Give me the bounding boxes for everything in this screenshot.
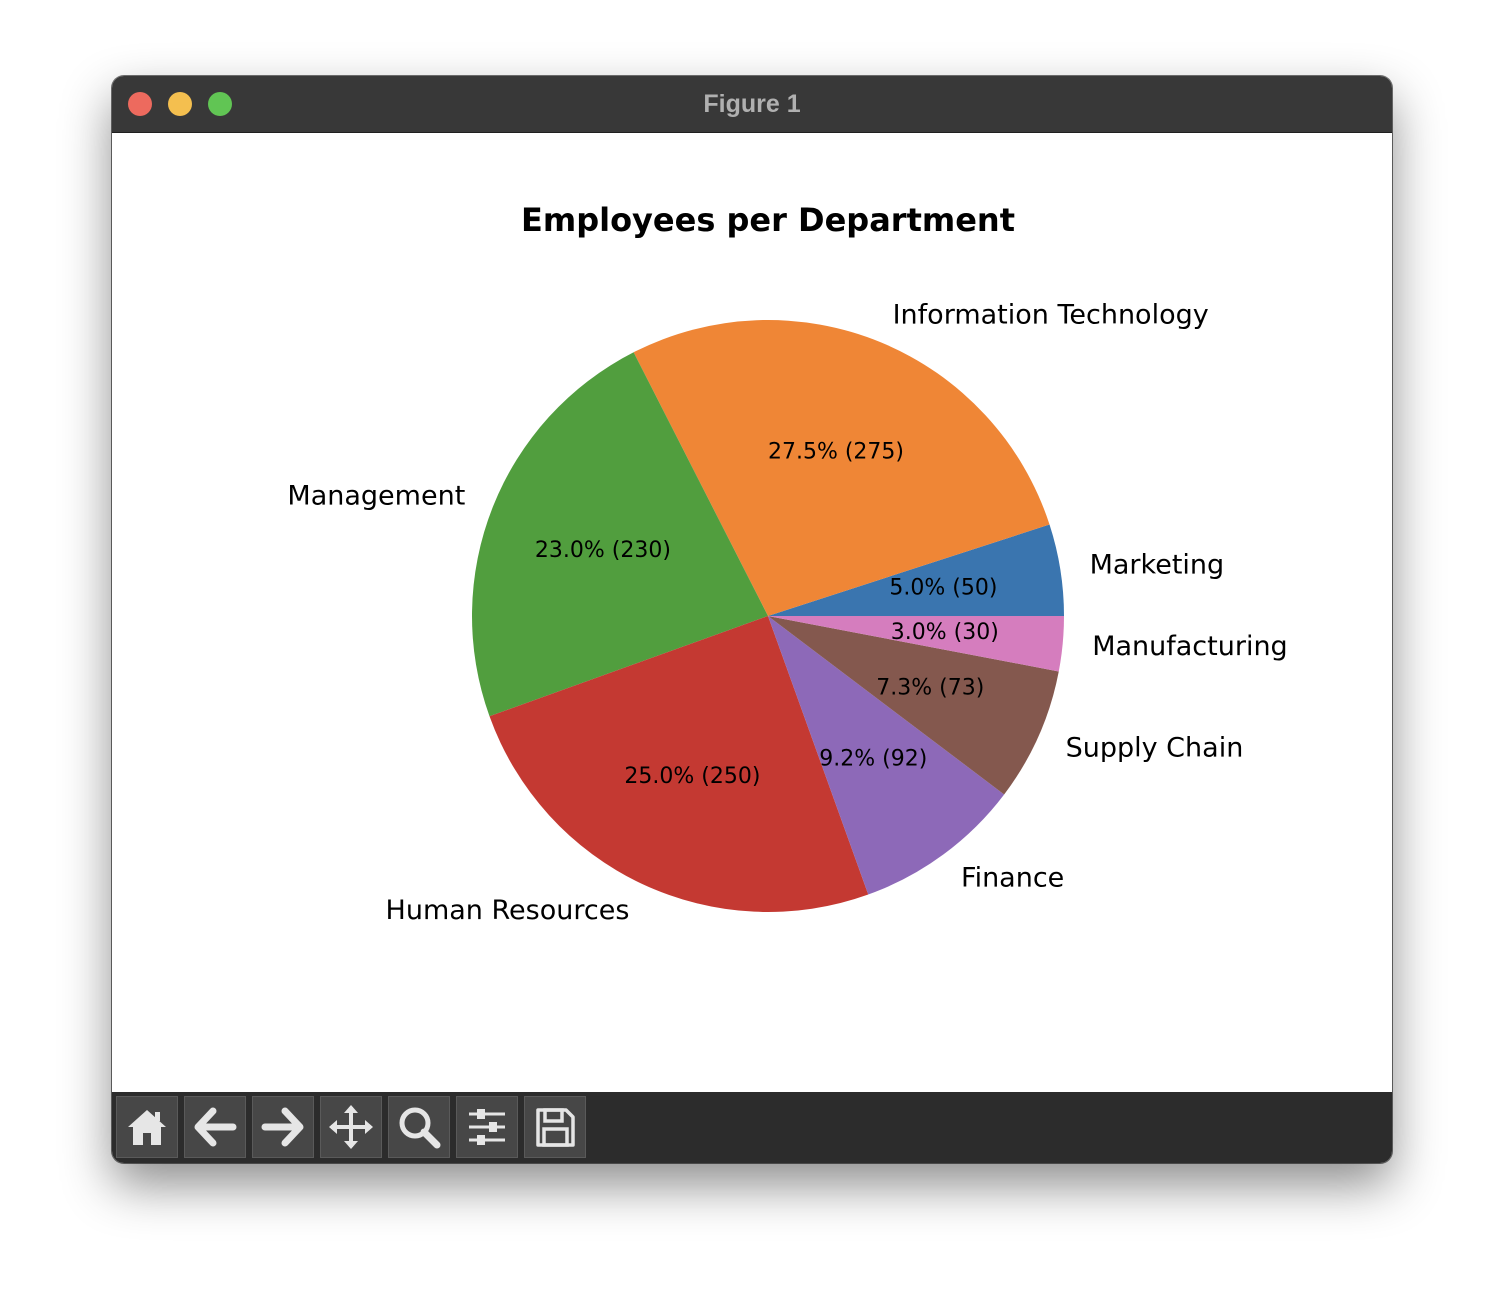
- forward-arrow-icon: [261, 1107, 304, 1147]
- slice-label-human-resources: Human Resources: [386, 895, 630, 926]
- slice-label-supply-chain: Supply Chain: [1066, 733, 1244, 764]
- pie-slices: [471, 319, 1064, 913]
- pan-button[interactable]: [320, 1096, 382, 1158]
- home-icon: [128, 1110, 166, 1145]
- configure-subplots-icon: [469, 1109, 505, 1145]
- slice-label-finance: Finance: [961, 863, 1064, 894]
- slice-label-manufacturing: Manufacturing: [1092, 631, 1288, 662]
- save-button[interactable]: [524, 1096, 586, 1158]
- slice-percent-information-technology: 27.5% (275): [768, 439, 904, 464]
- zoom-button[interactable]: [388, 1096, 450, 1158]
- home-button[interactable]: [116, 1096, 178, 1158]
- pie-chart: Employees per Department Marketing 5.0% (…: [287, 201, 1288, 926]
- zoom-magnifier-icon: [399, 1107, 441, 1149]
- save-disk-icon: [536, 1108, 575, 1147]
- forward-button[interactable]: [252, 1096, 314, 1158]
- slice-percent-manufacturing: 3.0% (30): [891, 620, 999, 645]
- chart-title: Employees per Department: [521, 201, 1015, 239]
- slice-label-marketing: Marketing: [1090, 550, 1225, 581]
- slice-label-management: Management: [287, 481, 465, 512]
- slice-percent-human-resources: 25.0% (250): [624, 764, 760, 789]
- window-title: Figure 1: [703, 90, 801, 118]
- slice-percent-management: 23.0% (230): [535, 538, 671, 563]
- title-bar[interactable]: Figure 1: [112, 76, 1392, 133]
- pan-move-icon: [329, 1105, 373, 1149]
- slice-percent-finance: 9.2% (92): [819, 747, 927, 772]
- configure-subplots-button[interactable]: [456, 1096, 518, 1158]
- navigation-toolbar: [112, 1092, 1392, 1163]
- figure-canvas: Employees per Department Marketing 5.0% (…: [112, 133, 1392, 1091]
- slice-percent-supply-chain: 7.3% (73): [876, 676, 984, 701]
- back-arrow-icon: [194, 1107, 237, 1147]
- slice-percent-marketing: 5.0% (50): [889, 576, 997, 601]
- slice-label-information-technology: Information Technology: [893, 300, 1209, 331]
- figure-window: Figure 1 Employees per Department Market…: [112, 76, 1392, 1163]
- back-button[interactable]: [184, 1096, 246, 1158]
